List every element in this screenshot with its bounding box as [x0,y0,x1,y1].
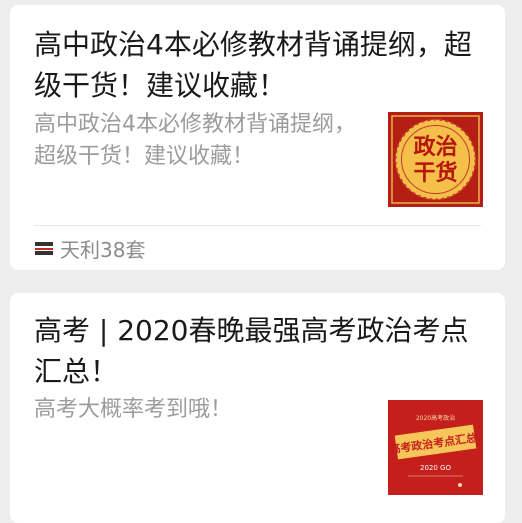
article-thumbnail[interactable]: 政治 干货 [388,112,483,207]
thumbnail-top-text: 2020高考政治 [416,414,455,422]
thumbnail-bottom-text: 2020 GO [420,464,451,472]
article-source[interactable]: 天利38套 [34,231,145,265]
source-avatar-icon [34,238,54,258]
article-title[interactable]: 高考 | 2020春晚最强高考政治考点汇总！ [34,310,474,392]
source-name: 天利38套 [60,237,146,262]
article-title[interactable]: 高中政治4本必修教材背诵提纲，超级干货！建议收藏！ [34,24,474,106]
article-thumbnail[interactable]: 2020高考政治 高考政治考点汇总! 2020 GO [388,400,483,495]
article-card[interactable]: 高中政治4本必修教材背诵提纲，超级干货！建议收藏！ 高中政治4本必修教材背诵提纲… [10,5,505,270]
thumbnail-logo-dot [458,483,462,487]
article-summary: 高中政治4本必修教材背诵提纲，超级干货！建议收藏！ [34,112,356,169]
article-card[interactable]: 高考 | 2020春晚最强高考政治考点汇总！ 高考大概率考到哦！ 2020高考政… [10,293,505,523]
thumbnail-graphic: 政治 干货 [388,112,483,207]
thumbnail-graphic: 2020高考政治 高考政治考点汇总! 2020 GO [388,400,483,495]
thumbnail-text-line2: 干货 [413,160,457,186]
article-summary: 高考大概率考到哦！ [34,397,233,422]
card-divider [34,225,481,226]
thumbnail-text-line1: 政治 [413,134,457,160]
